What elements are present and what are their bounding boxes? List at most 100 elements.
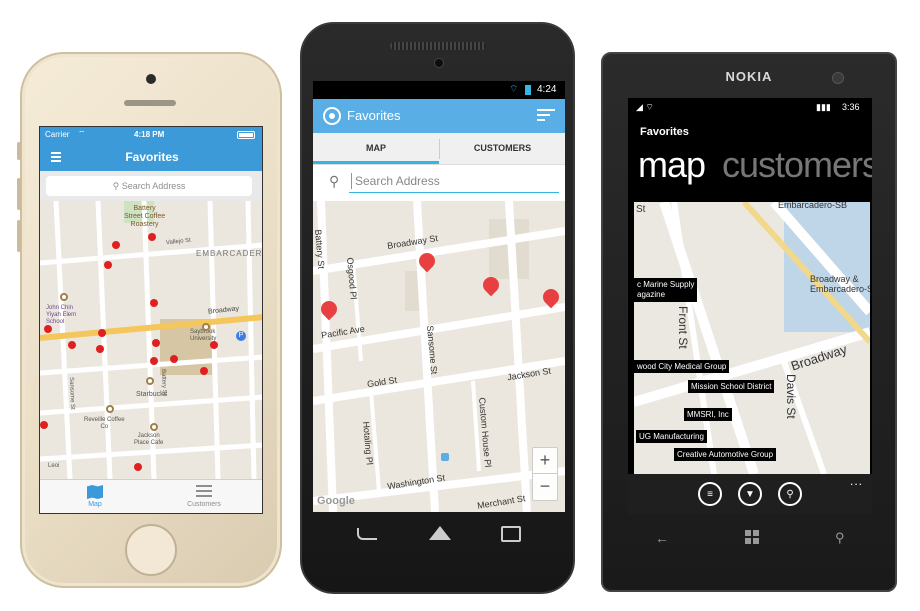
- android-tab-bar: MAP CUSTOMERS: [313, 133, 565, 165]
- search-icon[interactable]: ⚲: [778, 482, 802, 506]
- map-pin[interactable]: [148, 233, 156, 241]
- ios-status-bar: Carrier ⌔ 4:18 PM: [40, 127, 262, 143]
- battery-icon: [525, 85, 531, 95]
- street-label: Front St: [676, 306, 690, 349]
- signal-icon: ◢ ⌔: [636, 102, 654, 112]
- sort-filter-icon[interactable]: [537, 109, 555, 121]
- zoom-in-button[interactable]: +: [533, 448, 557, 474]
- map-pin[interactable]: [200, 367, 208, 375]
- app-logo-icon[interactable]: [323, 107, 341, 125]
- google-logo: Google: [317, 495, 355, 507]
- volume-up-button: [17, 178, 21, 210]
- coffee-poi-icon[interactable]: [150, 423, 158, 431]
- ios-screen: Carrier ⌔ 4:18 PM Favorites ⚲ Search Add…: [39, 126, 263, 514]
- map-pin[interactable]: [98, 329, 106, 337]
- tab-map[interactable]: MAP: [313, 133, 439, 164]
- app-title: Favorites: [640, 126, 689, 138]
- windows-start-icon[interactable]: [745, 530, 759, 544]
- filter-icon[interactable]: ▼: [738, 482, 762, 506]
- search-placeholder: Search Address: [121, 181, 186, 191]
- poi-label: Reveille Coffee Co: [84, 417, 125, 430]
- tab-customers[interactable]: CUSTOMERS: [440, 133, 565, 164]
- transit-label: Embarcadero-SB: [778, 202, 848, 210]
- map-pin[interactable]: [210, 341, 218, 349]
- volume-down-button: [17, 220, 21, 252]
- battery-icon: ▮▮▮: [816, 102, 831, 112]
- front-camera: [434, 58, 444, 68]
- list-icon[interactable]: ≡: [698, 482, 722, 506]
- street-label: Leoi: [48, 463, 60, 469]
- pin-label[interactable]: Mission School District: [688, 380, 775, 393]
- street-label: St: [636, 204, 646, 215]
- street-label: Davis St: [784, 374, 798, 419]
- back-icon[interactable]: [357, 528, 377, 540]
- coffee-poi-icon[interactable]: [106, 405, 114, 413]
- home-button[interactable]: [125, 524, 177, 576]
- map-view[interactable]: Battery Street Coffee Roastery Vallejo S…: [40, 201, 262, 479]
- wifi-icon: ⌔: [509, 84, 519, 95]
- android-status-bar: ⌔ 4:24: [313, 81, 565, 99]
- ios-nav-bar: Favorites: [40, 143, 262, 171]
- map-pin[interactable]: [134, 463, 142, 471]
- search-hardware-icon[interactable]: ⚲: [835, 530, 845, 546]
- pin-label[interactable]: c Marine Supply agazine: [634, 278, 698, 302]
- pivot-customers[interactable]: customers: [722, 144, 872, 186]
- search-area: ⚲ Search Address: [313, 165, 565, 201]
- map-pin[interactable]: [112, 241, 120, 249]
- poi-label: Battery Street Coffee Roastery: [124, 205, 166, 228]
- pin-label[interactable]: UG Manufacturing: [636, 430, 707, 443]
- map-view[interactable]: Broadway St Pacific Ave Gold St Jackson …: [313, 201, 565, 512]
- page-title: Favorites: [125, 150, 179, 164]
- search-input[interactable]: Search Address: [349, 171, 559, 193]
- ios-tab-bar: Map Customers: [40, 479, 262, 513]
- coffee-poi-icon[interactable]: [146, 377, 154, 385]
- page-title: Favorites: [347, 108, 401, 123]
- android-screen: ⌔ 4:24 Favorites MAP CUSTOMERS ⚲ Search …: [313, 81, 565, 512]
- transit-label: Broadway & Embarcadero-SB: [810, 274, 870, 294]
- pin-label[interactable]: MMSRI, Inc: [684, 408, 732, 421]
- wifi-icon: ⌔: [78, 129, 86, 138]
- map-pin[interactable]: [44, 325, 52, 333]
- map-pin[interactable]: [68, 341, 76, 349]
- status-time: 3:36: [842, 102, 860, 112]
- map-pin[interactable]: [170, 355, 178, 363]
- coffee-poi-icon[interactable]: [202, 323, 210, 331]
- tab-customers[interactable]: Customers: [174, 482, 234, 508]
- tab-label: Map: [88, 501, 102, 508]
- zoom-control: + −: [532, 447, 558, 501]
- battery-icon: [237, 131, 255, 139]
- status-time: 4:18 PM: [134, 130, 165, 139]
- pin-label[interactable]: wood City Medical Group: [634, 360, 730, 373]
- back-icon[interactable]: ←: [655, 530, 669, 546]
- transit-icon[interactable]: [441, 453, 449, 461]
- map-streets: [313, 201, 565, 512]
- earpiece: [124, 100, 176, 106]
- pin-label[interactable]: Creative Automotive Group: [674, 448, 777, 461]
- recents-icon[interactable]: [501, 526, 521, 542]
- tab-map[interactable]: Map: [70, 482, 120, 508]
- iphone-device: Carrier ⌔ 4:18 PM Favorites ⚲ Search Add…: [17, 52, 282, 588]
- pivot-map[interactable]: map: [638, 144, 706, 186]
- map-pin[interactable]: [152, 339, 160, 347]
- more-options-icon[interactable]: ...: [850, 474, 863, 488]
- map-pin[interactable]: [96, 345, 104, 353]
- zoom-out-button[interactable]: −: [533, 474, 557, 500]
- parking-icon[interactable]: P: [236, 331, 246, 341]
- search-bar-area: ⚲ Search Address: [40, 171, 262, 201]
- home-icon[interactable]: [429, 526, 451, 540]
- map-pin[interactable]: [40, 421, 48, 429]
- map-view[interactable]: St Embarcadero-SB Broadway & Embarcadero…: [634, 202, 870, 474]
- front-camera: [146, 74, 156, 84]
- coffee-poi-icon[interactable]: [60, 293, 68, 301]
- poi-label: John Chin Yiyah Elem School: [46, 305, 77, 325]
- search-icon: ⚲: [112, 181, 120, 191]
- map-pin[interactable]: [104, 261, 112, 269]
- map-pin[interactable]: [150, 357, 158, 365]
- search-icon: ⚲: [329, 173, 340, 189]
- search-input[interactable]: ⚲ Search Address: [46, 176, 252, 196]
- list-icon: [196, 485, 212, 499]
- map-pin[interactable]: [150, 299, 158, 307]
- carrier-label: Carrier: [45, 130, 70, 139]
- tab-label: Customers: [187, 501, 221, 508]
- text-cursor: [351, 173, 352, 189]
